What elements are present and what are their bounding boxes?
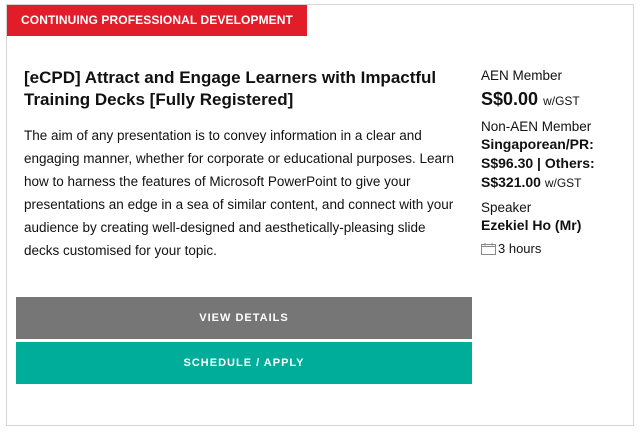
nonmember-price-suffix: w/GST	[544, 176, 582, 190]
member-price: S$0.00 w/GST	[481, 87, 631, 113]
course-description: The aim of any presentation is to convey…	[24, 128, 455, 258]
category-tag: CONTINUING PROFESSIONAL DEVELOPMENT	[7, 5, 307, 36]
pricing-panel: AEN Member S$0.00 w/GST Non-AEN Member S…	[481, 67, 631, 257]
member-price-value: S$0.00	[481, 89, 539, 109]
speaker-name: Ezekiel Ho (Mr)	[481, 217, 582, 233]
member-label: AEN Member	[481, 68, 563, 83]
nonmember-price: Singaporean/PR: S$96.30 | Others: S$321.…	[481, 135, 631, 193]
course-title: [eCPD] Attract and Engage Learners with …	[24, 68, 437, 109]
course-card: CONTINUING PROFESSIONAL DEVELOPMENT [eCP…	[6, 4, 634, 426]
nonmember-line-3: S$321.00 w/GST	[481, 173, 631, 193]
nonmember-line-1: Singaporean/PR:	[481, 136, 594, 152]
duration-text: 3 hours	[498, 241, 542, 256]
speaker-label: Speaker	[481, 200, 532, 215]
nonmember-other-price: S$321.00	[481, 174, 541, 190]
nonmember-line-2: S$96.30 | Others:	[481, 155, 595, 171]
view-details-button[interactable]: VIEW DETAILS	[16, 297, 472, 339]
schedule-apply-button[interactable]: SCHEDULE / APPLY	[16, 342, 472, 384]
member-price-suffix: w/GST	[543, 94, 580, 108]
calendar-icon	[481, 243, 496, 255]
nonmember-label: Non-AEN Member	[481, 119, 592, 134]
duration-info: 3 hours	[481, 241, 631, 257]
